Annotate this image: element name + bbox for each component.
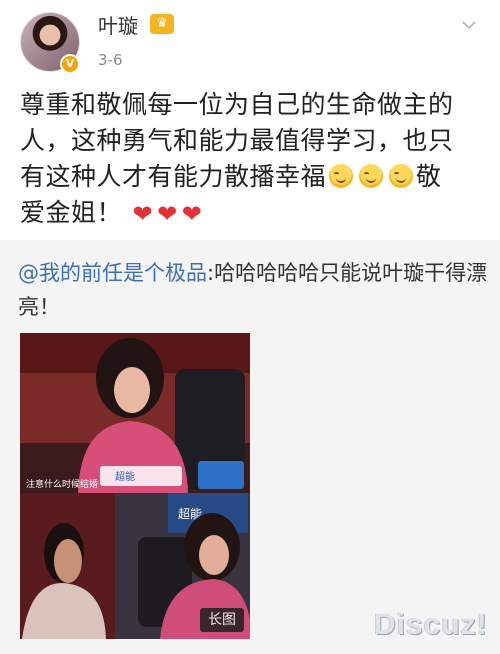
heart-icon: ❤ xyxy=(132,200,154,228)
weibo-post: V 叶璇 ♛ 3-6 尊重和敬佩每一位为自己的生命做主的 人，这种勇气和能力最值… xyxy=(0,0,500,240)
chevron-down-icon[interactable] xyxy=(462,18,476,32)
image-caption: 注意什么时候结婚 xyxy=(26,478,98,490)
username[interactable]: 叶璇 xyxy=(98,14,138,38)
image-top-frame: 超能 注意什么时候结婚 xyxy=(20,333,250,493)
repost-image[interactable]: 超能 注意什么时候结婚 超能 xyxy=(20,333,250,639)
heart-icon: ❤ xyxy=(157,200,178,228)
verified-badge-icon: V xyxy=(60,54,80,74)
smile-emoji-icon xyxy=(329,164,354,188)
post-text-line-3: 有这种人才有能力散播幸福 敬 xyxy=(20,159,482,195)
image-brand-label: 超能 xyxy=(115,470,135,483)
discuz-watermark: Discuz! xyxy=(374,608,488,641)
post-text-line-3-main: 有这种人才有能力散播幸福 xyxy=(20,162,327,191)
post-date: 3-6 xyxy=(98,51,123,69)
post-text-line-4: 爱金姐！ ❤ ❤ ❤ xyxy=(20,195,482,231)
post-text-line-1: 尊重和敬佩每一位为自己的生命做主的 xyxy=(20,90,454,119)
long-image-badge: 长图 xyxy=(200,608,244,632)
repost-text: @我的前任是个极品:哈哈哈哈哈只能说叶璇干得漂亮！ xyxy=(18,256,488,324)
heart-icon: ❤ xyxy=(181,200,203,228)
smile-emoji-icon xyxy=(389,164,414,188)
crown-icon: ♛ xyxy=(150,14,174,34)
smile-emoji-icon xyxy=(359,164,384,188)
repost-mention-link[interactable]: @我的前任是个极品 xyxy=(18,261,207,285)
post-text-line-2: 人，这种勇气和能力最值得学习，也只 xyxy=(20,126,454,155)
post-text-line-4-main: 爱金姐！ xyxy=(20,198,123,227)
post-text-line-3-end: 敬 xyxy=(416,162,442,191)
post-text: 尊重和敬佩每一位为自己的生命做主的 人，这种勇气和能力最值得学习，也只 有这种人… xyxy=(20,87,482,231)
